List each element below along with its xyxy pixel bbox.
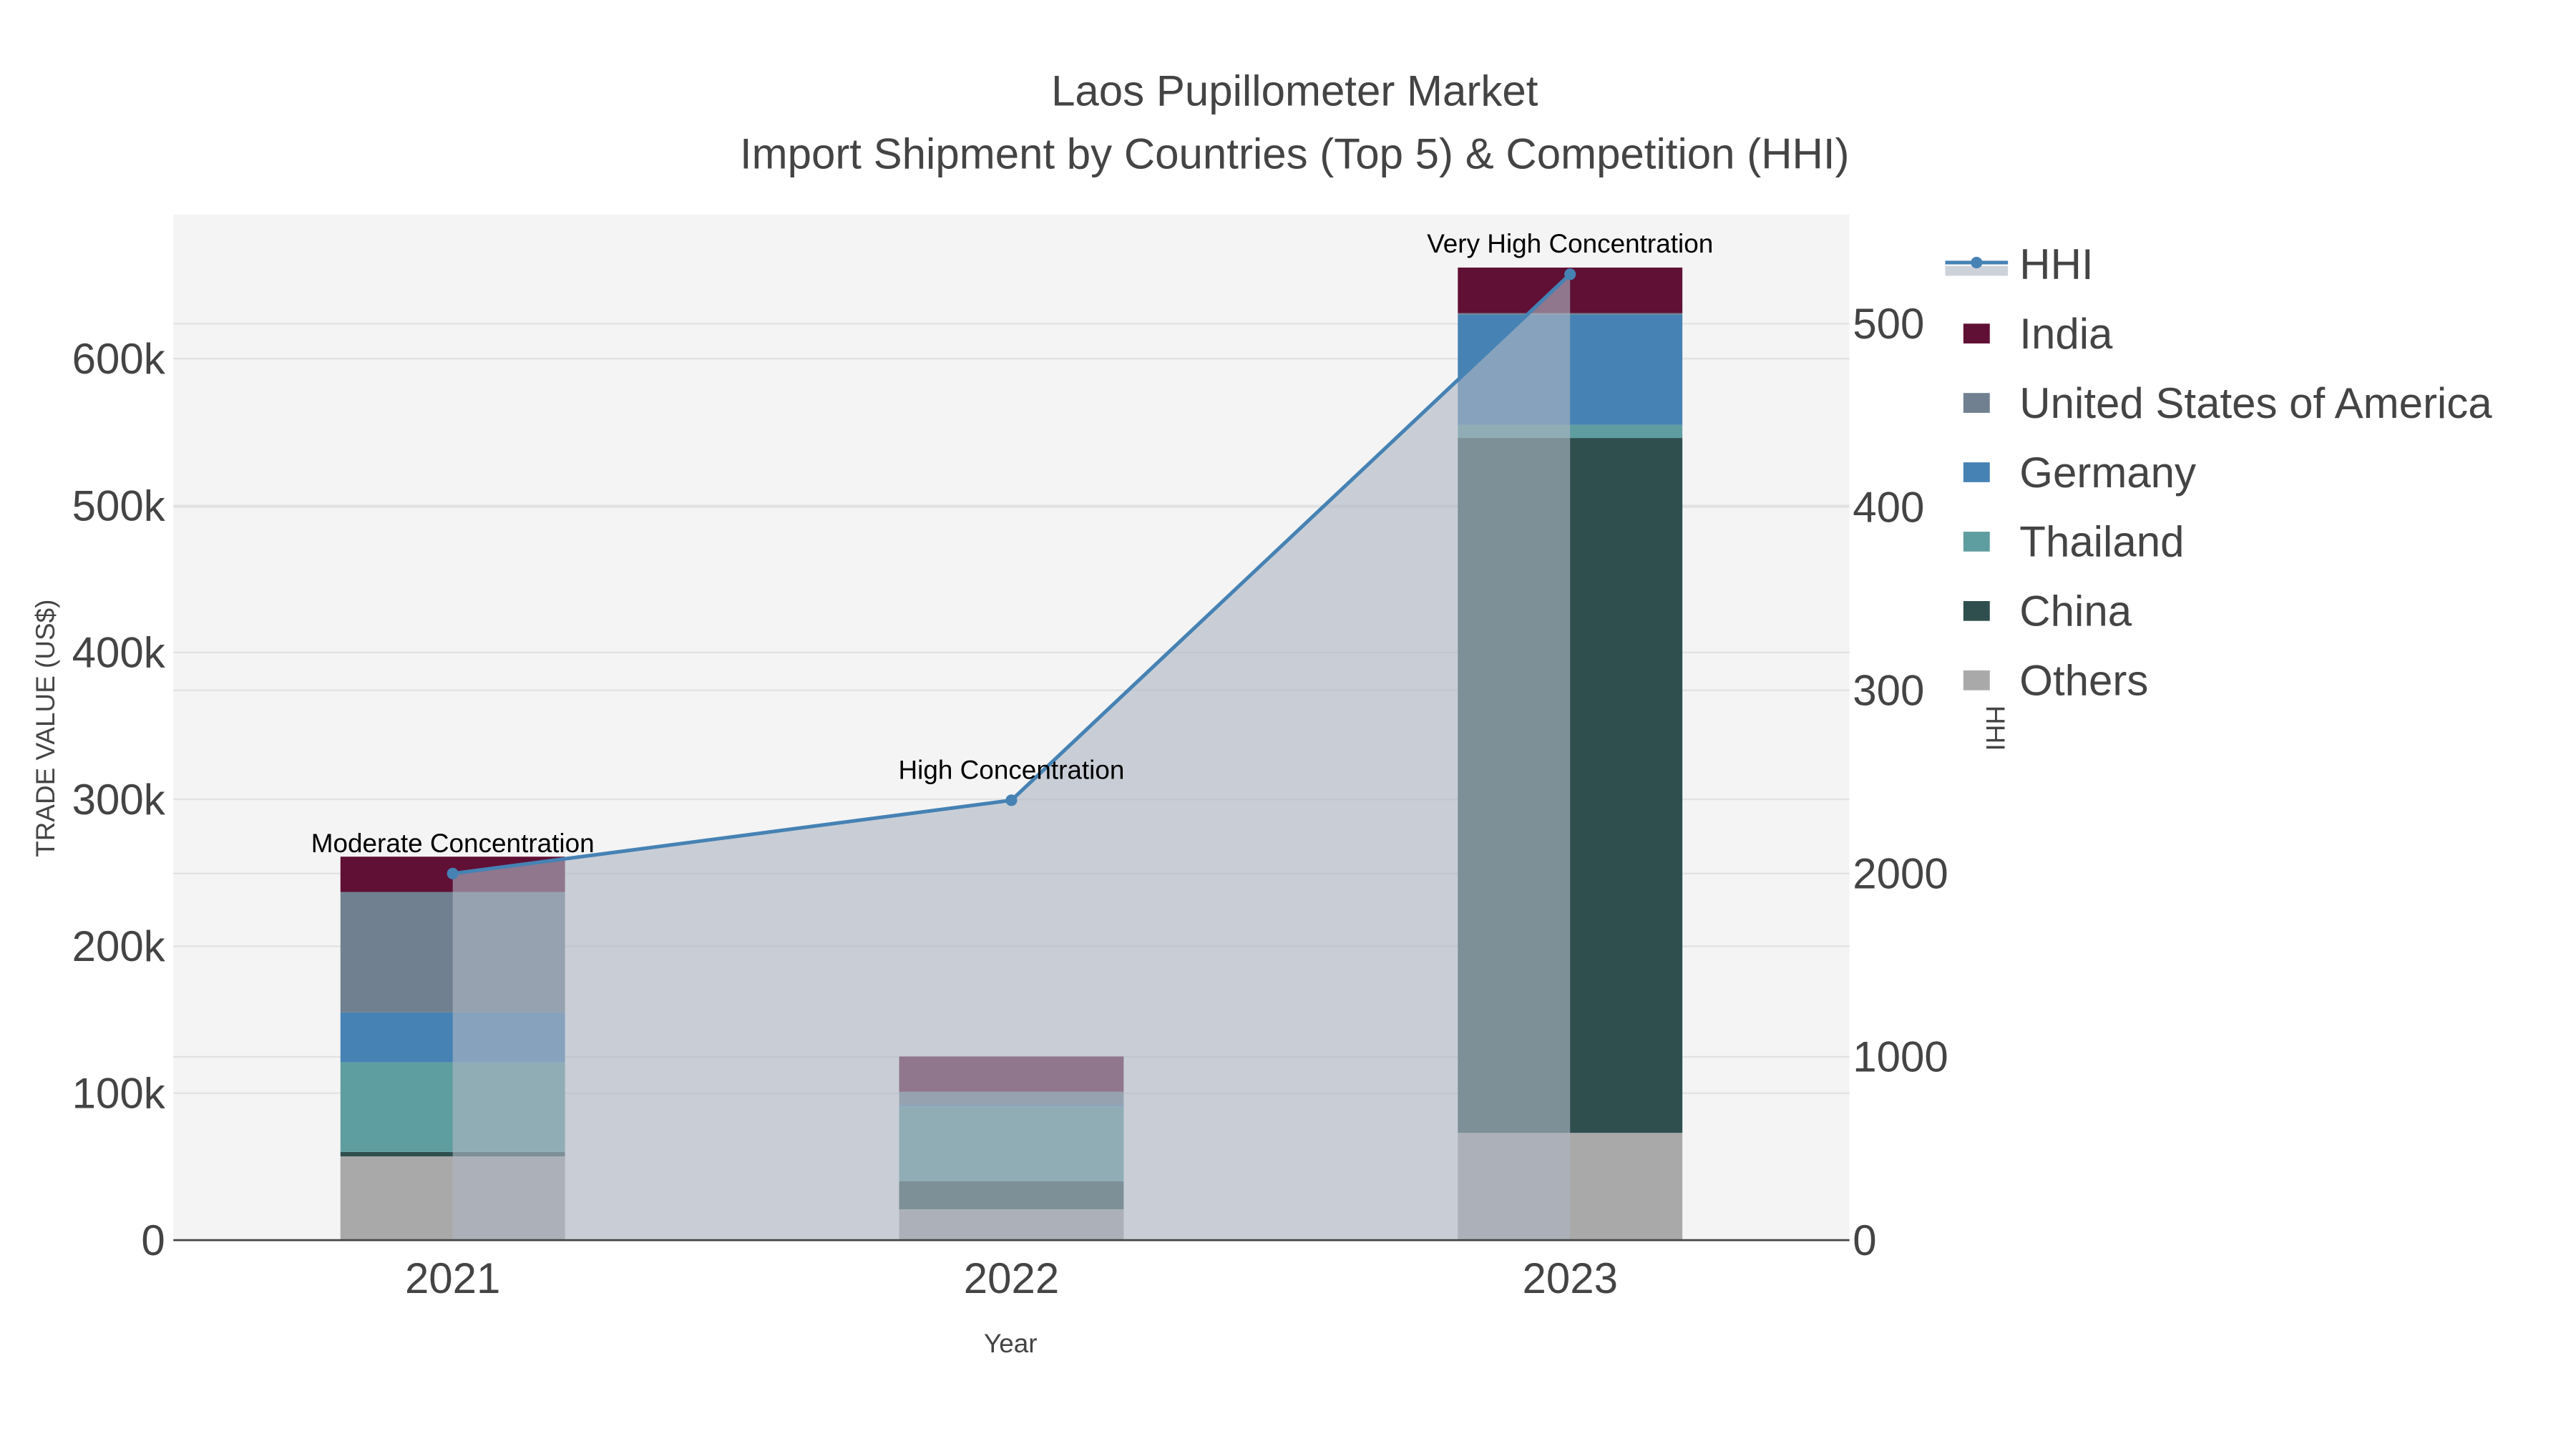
hhi-annotation: High Concentration [898, 755, 1124, 784]
x-axis-title: Year [984, 1329, 1038, 1358]
legend-swatch-germany [1963, 462, 1990, 482]
legend: HHI India United States of America Germany T… [1945, 240, 2492, 705]
hhi-point [1564, 268, 1576, 280]
y-tick-label: 400k [72, 629, 166, 677]
legend-hhi-marker [1971, 256, 1983, 268]
legend-label: China [2019, 587, 2132, 635]
y-tick-label: 0 [141, 1216, 165, 1264]
legend-swatch-united-states-of-america [1963, 393, 1990, 413]
y2-tick-label: 0 [1853, 1216, 1876, 1264]
hhi-point [1005, 794, 1018, 806]
hhi-point [447, 867, 459, 879]
legend-label: HHI [2019, 240, 2093, 288]
legend-label: Germany [2019, 449, 2196, 497]
y2-tick-label: 1000 [1853, 1033, 1948, 1081]
hhi-annotation: Moderate Concentration [311, 829, 595, 858]
y-tick-label: 100k [72, 1070, 166, 1118]
y-axis-title: TRADE VALUE (US$) [31, 600, 60, 857]
y2-tick-label: 2000 [1853, 850, 1948, 898]
legend-swatch-others [1963, 670, 1990, 691]
y2-tick-label: 500 [1853, 300, 1924, 348]
y-tick-label: 600k [72, 335, 166, 383]
y2-tick-label: 400 [1853, 483, 1924, 531]
y2-tick-label: 300 [1853, 666, 1924, 714]
hhi-annotation: Very High Concentration [1427, 229, 1713, 258]
legend-swatch-india [1963, 323, 1990, 343]
y2-axis-title: HHI [1981, 706, 2010, 751]
legend-swatch-thailand [1963, 532, 1990, 552]
legend-swatch-china [1963, 601, 1990, 621]
x-tick-label: 2021 [405, 1254, 500, 1302]
chart: 0 100k 200k 300k 400k 500k 600k 0 1000 2000 300 400… [31, 67, 2492, 1358]
legend-label: Thailand [2019, 518, 2184, 566]
x-tick-label: 2022 [964, 1254, 1059, 1302]
chart-subtitle: Import Shipment by Countries (Top 5) & C… [740, 130, 1850, 177]
x-tick-label: 2023 [1522, 1254, 1617, 1302]
legend-label: India [2019, 310, 2113, 358]
legend-label: United States of America [2019, 379, 2492, 427]
legend-label: Others [2019, 657, 2148, 705]
chart-title: Laos Pupillometer Market [1051, 67, 1538, 115]
y-tick-label: 200k [72, 922, 166, 970]
y-tick-label: 300k [72, 776, 166, 824]
y-tick-label: 500k [72, 482, 166, 530]
